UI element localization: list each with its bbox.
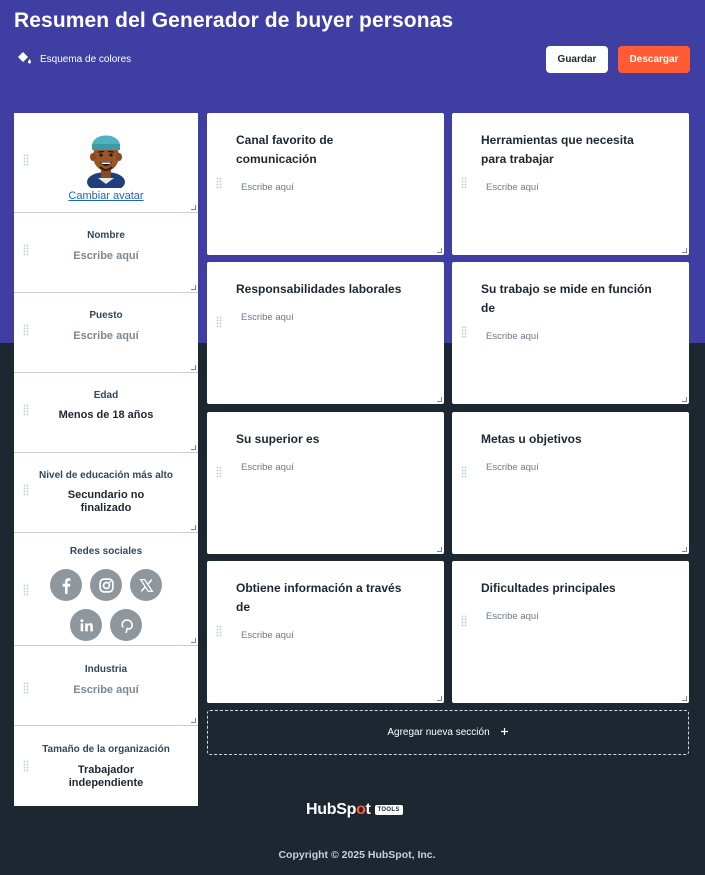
drag-handle-icon[interactable] [216, 177, 222, 189]
organization-size-card[interactable]: Tamaño de la organización Trabajador ind… [14, 726, 198, 806]
tools-tag: TOOLS [374, 805, 403, 815]
section-title: Obtiene información a través de [236, 581, 402, 614]
resize-handle-icon[interactable] [191, 638, 196, 643]
age-select[interactable]: Menos de 18 años [14, 409, 198, 422]
name-input[interactable]: Escribe aquí [14, 250, 198, 262]
education-card[interactable]: Nivel de educación más alto Secundario n… [14, 453, 198, 533]
save-button[interactable]: Guardar [546, 46, 608, 73]
download-button[interactable]: Descargar [618, 46, 690, 73]
section-text-input[interactable]: Escribe aquí [486, 611, 539, 622]
section-card[interactable]: Su trabajo se mide en función de Escribe… [452, 262, 689, 404]
resize-handle-icon[interactable] [682, 248, 687, 253]
section-title: Dificultades principales [481, 581, 616, 595]
linkedin-icon[interactable] [70, 609, 102, 641]
name-label: Nombre [87, 230, 125, 241]
color-scheme-button[interactable]: Esquema de colores [16, 50, 131, 68]
drag-handle-icon[interactable] [23, 760, 29, 772]
add-section-label: Agregar nueva sección [387, 727, 490, 738]
drag-handle-icon[interactable] [461, 326, 467, 338]
avatar-card: Cambiar avatar [14, 113, 198, 213]
drag-handle-icon[interactable] [216, 316, 222, 328]
section-card[interactable]: Herramientas que necesita para trabajar … [452, 113, 689, 255]
logo-text-end: t [365, 801, 371, 818]
organization-size-select[interactable]: Trabajador independiente [60, 764, 152, 790]
facebook-icon[interactable] [50, 569, 82, 601]
drag-handle-icon[interactable] [23, 154, 29, 166]
color-scheme-label: Esquema de colores [40, 53, 132, 65]
age-label: Edad [93, 390, 119, 401]
x-icon[interactable] [130, 569, 162, 601]
paint-bucket-icon [16, 50, 32, 69]
drag-handle-icon[interactable] [216, 466, 222, 478]
drag-handle-icon[interactable] [461, 466, 467, 478]
change-avatar-link[interactable]: Cambiar avatar [14, 190, 198, 202]
section-text-input[interactable]: Escribe aquí [486, 331, 539, 342]
section-text-input[interactable]: Escribe aquí [486, 462, 539, 473]
drag-handle-icon[interactable] [461, 177, 467, 189]
resize-handle-icon[interactable] [191, 445, 196, 450]
section-title: Su trabajo se mide en función de [481, 282, 652, 315]
instagram-icon[interactable] [90, 569, 122, 601]
pinterest-icon[interactable] [110, 609, 142, 641]
section-title: Herramientas que necesita para trabajar [481, 133, 634, 166]
section-text-input[interactable]: Escribe aquí [486, 182, 539, 193]
section-title: Su superior es [236, 432, 320, 446]
name-card[interactable]: Nombre Escribe aquí [14, 213, 198, 293]
section-card[interactable]: Obtiene información a través de Escribe … [207, 561, 444, 703]
industry-card[interactable]: Industria Escribe aquí [14, 646, 198, 726]
resize-handle-icon[interactable] [191, 205, 196, 210]
section-card[interactable]: Dificultades principales Escribe aquí [452, 561, 689, 703]
resize-handle-icon[interactable] [682, 547, 687, 552]
plus-icon [500, 727, 509, 739]
add-section-button[interactable]: Agregar nueva sección [207, 710, 689, 755]
resize-handle-icon[interactable] [437, 547, 442, 552]
section-text-input[interactable]: Escribe aquí [241, 462, 294, 473]
drag-handle-icon[interactable] [461, 615, 467, 627]
resize-handle-icon[interactable] [191, 365, 196, 370]
section-title: Metas u objetivos [481, 432, 582, 446]
education-select[interactable]: Secundario no finalizado [50, 489, 162, 515]
persona-profile-column: Cambiar avatar Nombre Escribe aquí Puest… [14, 113, 198, 806]
avatar[interactable] [83, 124, 129, 188]
resize-handle-icon[interactable] [191, 285, 196, 290]
resize-handle-icon[interactable] [437, 248, 442, 253]
section-text-input[interactable]: Escribe aquí [241, 312, 294, 323]
section-card[interactable]: Metas u objetivos Escribe aquí [452, 412, 689, 554]
age-card[interactable]: Edad Menos de 18 años [14, 373, 198, 453]
education-label: Nivel de educación más alto [39, 470, 173, 481]
drag-handle-icon[interactable] [216, 625, 222, 637]
industry-label: Industria [84, 664, 128, 675]
hubspot-logo[interactable]: HubSpot TOOLS [306, 800, 403, 820]
section-title: Responsabilidades laborales [236, 282, 402, 296]
resize-handle-icon[interactable] [682, 696, 687, 701]
sprocket-icon: o [356, 801, 366, 818]
job-title-input[interactable]: Escribe aquí [14, 330, 198, 342]
social-media-card: Redes sociales [14, 533, 198, 646]
logo-text: HubSp [306, 801, 357, 818]
section-title: Canal favorito de comunicación [236, 133, 334, 166]
section-text-input[interactable]: Escribe aquí [241, 630, 294, 641]
job-title-card[interactable]: Puesto Escribe aquí [14, 293, 198, 373]
resize-handle-icon[interactable] [191, 718, 196, 723]
industry-input[interactable]: Escribe aquí [14, 684, 198, 696]
page-title: Resumen del Generador de buyer personas [14, 9, 454, 32]
section-text-input[interactable]: Escribe aquí [241, 182, 294, 193]
resize-handle-icon[interactable] [682, 397, 687, 402]
drag-handle-icon[interactable] [23, 484, 29, 496]
section-card[interactable]: Su superior es Escribe aquí [207, 412, 444, 554]
section-card[interactable]: Canal favorito de comunicación Escribe a… [207, 113, 444, 255]
organization-size-label: Tamaño de la organización [42, 744, 170, 755]
resize-handle-icon[interactable] [437, 696, 442, 701]
job-title-label: Puesto [89, 310, 123, 321]
social-media-label: Redes sociales [69, 546, 143, 557]
copyright-text: Copyright © 2025 HubSpot, Inc. [278, 849, 436, 861]
resize-handle-icon[interactable] [191, 525, 196, 530]
resize-handle-icon[interactable] [437, 397, 442, 402]
section-card[interactable]: Responsabilidades laborales Escribe aquí [207, 262, 444, 404]
